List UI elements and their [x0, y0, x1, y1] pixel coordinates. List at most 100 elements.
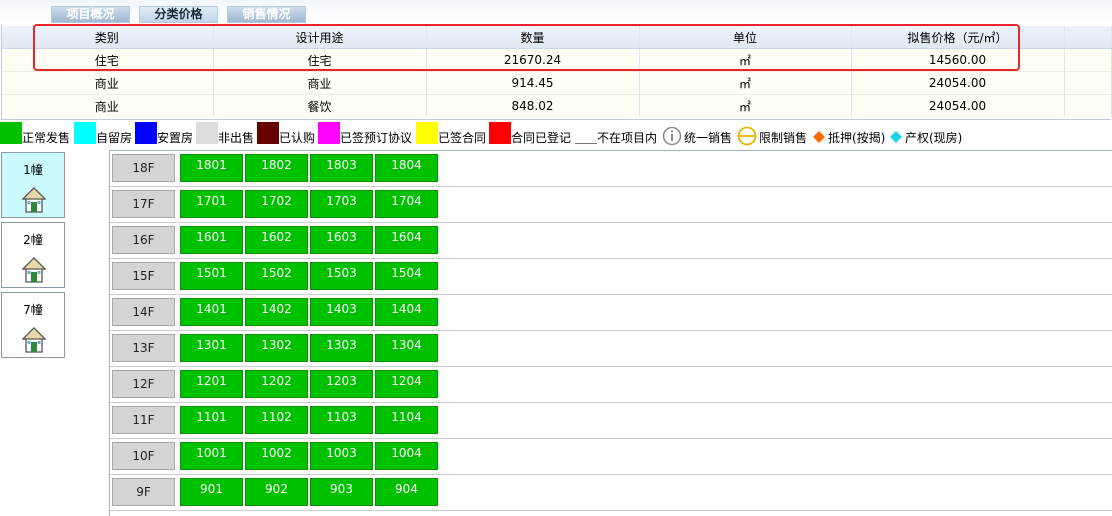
unit-button[interactable]: 1403 — [310, 298, 373, 326]
unit-button[interactable]: 1001 — [180, 442, 243, 470]
floor-row: 13F 1301 1302 1303 1304 — [110, 331, 1112, 367]
unit-button[interactable]: 1703 — [310, 190, 373, 218]
unit-button[interactable]: 1604 — [375, 226, 438, 254]
header-empty — [1064, 26, 1112, 49]
floor-label: 11F — [112, 406, 175, 434]
info-circle-icon — [662, 126, 682, 146]
legend-item: 非出售 — [196, 120, 254, 148]
unit-button[interactable]: 1101 — [180, 406, 243, 434]
house-icon — [21, 327, 47, 356]
tab-category-price[interactable]: 分类价格 — [139, 6, 218, 23]
unit-button[interactable]: 902 — [245, 478, 308, 506]
legend-swatch — [196, 122, 218, 144]
building-card-1[interactable]: 1幢 — [1, 152, 65, 218]
unit-button[interactable]: 1702 — [245, 190, 308, 218]
floor-label: 18F — [112, 154, 175, 182]
unit-button[interactable]: 1704 — [375, 190, 438, 218]
cell-price: 24054.00 — [851, 71, 1065, 95]
table-row: 住宅 住宅 21670.24 ㎡ 14560.00 — [1, 48, 1112, 72]
legend-label: 自留房 — [96, 131, 133, 145]
unit-button[interactable]: 904 — [375, 478, 438, 506]
unit-button[interactable]: 1602 — [245, 226, 308, 254]
cell-quantity: 914.45 — [426, 71, 640, 95]
legend-item: 自留房 — [74, 120, 132, 148]
unit-button[interactable]: 1601 — [180, 226, 243, 254]
unit-button[interactable]: 1801 — [180, 154, 243, 182]
legend-item: 已认购 — [257, 120, 315, 148]
unit-button[interactable]: 1701 — [180, 190, 243, 218]
cell-quantity: 848.02 — [426, 94, 640, 117]
unit-button[interactable]: 1802 — [245, 154, 308, 182]
cell-price: 14560.00 — [851, 48, 1065, 72]
unit-button[interactable]: 1103 — [310, 406, 373, 434]
building-name: 7幢 — [23, 303, 43, 317]
cell-use: 住宅 — [213, 48, 427, 72]
tab-project-overview[interactable]: 项目概况 — [51, 6, 130, 23]
floor-row: 16F 1601 1602 1603 1604 — [110, 223, 1112, 259]
unit-button[interactable]: 1402 — [245, 298, 308, 326]
legend-label: 抵押(按揭) — [828, 131, 886, 145]
unit-button[interactable]: 901 — [180, 478, 243, 506]
legend-label: 安置房 — [157, 131, 194, 145]
legend-item: 产权(现房) — [889, 120, 962, 148]
unit-button[interactable]: 1102 — [245, 406, 308, 434]
building-name: 1幢 — [23, 163, 43, 177]
legend-label: 已签合同 — [438, 131, 487, 145]
unit-button[interactable]: 1404 — [375, 298, 438, 326]
unit-button[interactable]: 1201 — [180, 370, 243, 398]
building-card-7[interactable]: 7幢 — [1, 292, 65, 358]
building-name: 2幢 — [23, 233, 43, 247]
orange-diamond-icon — [812, 130, 826, 144]
legend-item: 合同已登记 — [489, 120, 571, 148]
floor-row: 18F 1801 1802 1803 1804 — [110, 151, 1112, 187]
legend-label: 合同已登记 — [511, 131, 572, 145]
cell-category: 商业 — [1, 94, 214, 117]
floor-row: 17F 1701 1702 1703 1704 — [110, 187, 1112, 223]
legend-label: 产权(现房) — [905, 131, 963, 145]
legend-item: 已签预订协议 — [318, 120, 412, 148]
header-use: 设计用途 — [213, 26, 427, 49]
table-row: 商业 商业 914.45 ㎡ 24054.00 — [1, 71, 1112, 95]
unit-button[interactable]: 1204 — [375, 370, 438, 398]
floor-label: 12F — [112, 370, 175, 398]
unit-button[interactable]: 903 — [310, 478, 373, 506]
tab-sales-status[interactable]: 销售情况 — [227, 6, 306, 23]
unit-button[interactable]: 1203 — [310, 370, 373, 398]
header-price: 拟售价格（元/㎡） — [851, 26, 1065, 49]
unit-button[interactable]: 1502 — [245, 262, 308, 290]
unit-button[interactable]: 1302 — [245, 334, 308, 362]
cell-empty — [1064, 48, 1112, 72]
cell-price: 24054.00 — [851, 94, 1065, 117]
unit-button[interactable]: 1301 — [180, 334, 243, 362]
building-card-2[interactable]: 2幢 — [1, 222, 65, 288]
table-row: 商业 餐饮 848.02 ㎡ 24054.00 — [1, 94, 1112, 117]
unit-button[interactable]: 1804 — [375, 154, 438, 182]
legend-item: 已签合同 — [416, 120, 486, 148]
unit-button[interactable]: 1501 — [180, 262, 243, 290]
cell-quantity: 21670.24 — [426, 48, 640, 72]
unit-button[interactable]: 1304 — [375, 334, 438, 362]
floor-row: 12F 1201 1202 1203 1204 — [110, 367, 1112, 403]
floor-row: 15F 1501 1502 1503 1504 — [110, 259, 1112, 295]
unit-button[interactable]: 1503 — [310, 262, 373, 290]
legend-label: 非出售 — [218, 131, 255, 145]
unit-button[interactable]: 1002 — [245, 442, 308, 470]
legend-label: 限制销售 — [759, 131, 808, 145]
legend-label: 不在项目内 — [597, 131, 658, 145]
unit-button[interactable]: 1401 — [180, 298, 243, 326]
unit-button[interactable]: 1803 — [310, 154, 373, 182]
legend-item: 安置房 — [135, 120, 193, 148]
unit-button[interactable]: 1004 — [375, 442, 438, 470]
unit-button[interactable]: 1202 — [245, 370, 308, 398]
unit-button[interactable]: 1303 — [310, 334, 373, 362]
unit-button[interactable]: 1003 — [310, 442, 373, 470]
unit-button[interactable]: 1104 — [375, 406, 438, 434]
unit-button[interactable]: 1504 — [375, 262, 438, 290]
floor-label: 9F — [112, 478, 175, 506]
unit-button[interactable]: 1603 — [310, 226, 373, 254]
floor-label: 16F — [112, 226, 175, 254]
floor-row: 14F 1401 1402 1403 1404 — [110, 295, 1112, 331]
legend-swatch — [416, 122, 438, 144]
cell-category: 商业 — [1, 71, 214, 95]
legend-swatch — [489, 122, 511, 144]
